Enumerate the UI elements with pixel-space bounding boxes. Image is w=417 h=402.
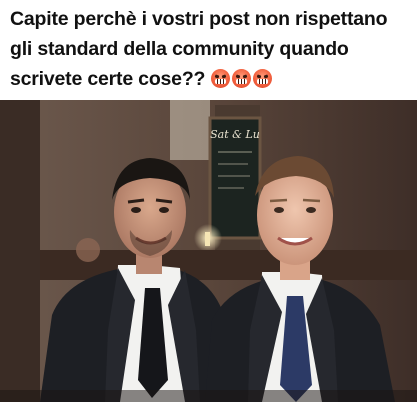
- window-light: [170, 100, 210, 160]
- chalkboard-text: Sat & Lu: [210, 128, 260, 141]
- caption-text: Capite perchè i vostri post non rispetta…: [10, 8, 388, 90]
- meme-post: Capite perchè i vostri post non rispetta…: [0, 0, 417, 402]
- background-person: [76, 238, 100, 262]
- post-caption: Capite perchè i vostri post non rispetta…: [10, 4, 410, 94]
- emoji-group: [211, 69, 273, 88]
- photo-illustration: Sat & Lu: [0, 100, 417, 402]
- face-with-symbols-on-mouth-icon: [253, 69, 273, 88]
- face-with-symbols-on-mouth-icon: [232, 69, 252, 88]
- post-photo[interactable]: Sat & Lu: [0, 100, 417, 402]
- face-with-symbols-on-mouth-icon: [211, 69, 231, 88]
- left-shadow: [0, 100, 40, 402]
